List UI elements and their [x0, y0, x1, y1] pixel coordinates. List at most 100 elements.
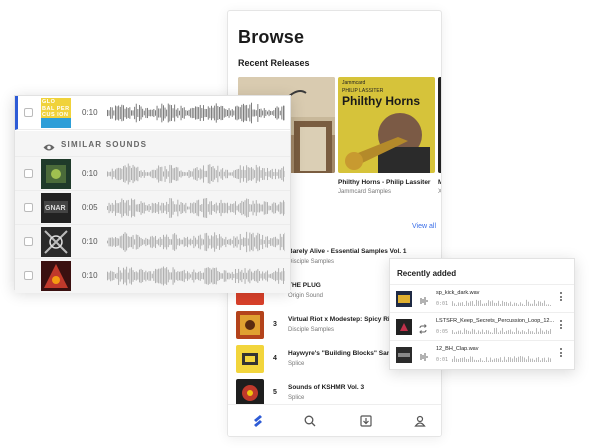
pack-title: Barely Alive - Essential Samples Vol. 1: [288, 248, 407, 255]
waveform-bar: [522, 356, 523, 362]
waveform-bar: [156, 269, 158, 283]
splice-logo-icon[interactable]: [250, 413, 266, 429]
waveform-bar: [153, 108, 155, 118]
waveform-bar: [235, 106, 236, 120]
sample-row[interactable]: 0:10: [15, 157, 290, 191]
waveform-bar: [195, 237, 196, 247]
waveform-bar: [252, 232, 254, 252]
select-checkbox[interactable]: [24, 169, 33, 178]
waveform-bar: [131, 267, 132, 285]
waveform-bar: [281, 271, 283, 281]
recent-item[interactable]: sp_kick_dark.wav 0:01: [390, 284, 574, 312]
waveform-bar: [534, 299, 535, 306]
waveform-bar: [220, 169, 222, 179]
waveform-bar: [132, 270, 134, 282]
waveform-bar: [163, 234, 164, 250]
sample-row[interactable]: 0:10: [15, 225, 290, 259]
waveform-bar: [538, 331, 539, 334]
waveform-bar: [460, 330, 461, 334]
profile-icon[interactable]: [412, 413, 428, 429]
recent-item[interactable]: 12_BH_Clap.wav 0:01: [390, 340, 574, 368]
waveform[interactable]: [107, 197, 285, 219]
waveform[interactable]: [107, 163, 285, 185]
waveform-bar: [482, 303, 483, 306]
waveform-bar: [132, 200, 134, 216]
waveform-bar: [262, 110, 264, 116]
waveform-bar: [123, 233, 124, 251]
waveform-bar: [183, 237, 185, 247]
view-all-link[interactable]: View all: [412, 223, 436, 230]
waveform-bar: [108, 110, 110, 116]
waveform-bar: [174, 233, 176, 251]
waveform-bar: [126, 167, 128, 181]
waveform[interactable]: [107, 265, 285, 287]
pack-row[interactable]: 5 Sounds of KSHMR Vol. 3 Splice: [236, 379, 441, 407]
more-options-icon[interactable]: [560, 320, 564, 331]
select-checkbox[interactable]: [24, 271, 33, 280]
waveform-bar: [151, 202, 153, 214]
waveform-bar: [180, 202, 182, 214]
waveform-bar: [190, 202, 192, 214]
waveform-bar: [244, 170, 246, 178]
waveform-bar: [193, 168, 195, 180]
waveform-bar: [271, 273, 273, 279]
waveform-bar: [179, 238, 180, 246]
waveform-bar: [150, 271, 152, 281]
download-icon[interactable]: [358, 413, 374, 429]
waveform[interactable]: [107, 231, 285, 253]
release-card-partial[interactable]: M X: [438, 77, 441, 195]
select-checkbox[interactable]: [24, 237, 33, 246]
waveform-bar: [212, 205, 214, 211]
waveform-bar: [172, 201, 174, 215]
search-icon[interactable]: [302, 413, 318, 429]
waveform-bar: [478, 300, 479, 306]
waveform-bar: [180, 239, 182, 245]
waveform-bar: [126, 107, 128, 119]
waveform-bar: [249, 268, 251, 284]
waveform-bar: [496, 327, 497, 334]
waveform-bar: [259, 203, 260, 213]
select-checkbox[interactable]: [24, 108, 33, 117]
waveform-bar: [131, 110, 132, 116]
waveform-bar: [156, 204, 158, 212]
waveform-bar: [111, 168, 113, 180]
waveform-bar: [175, 166, 177, 182]
sample-row[interactable]: GNAR 0:05: [15, 191, 290, 225]
waveform-bar: [164, 205, 166, 211]
waveform[interactable]: [107, 102, 285, 124]
waveform-bar: [235, 237, 236, 247]
mini-waveform: [452, 355, 551, 362]
waveform-bar: [265, 109, 267, 117]
waveform-bar: [175, 234, 177, 250]
waveform-bar: [201, 272, 203, 280]
release-card-philthy-horns[interactable]: Jammcard PHILIP LASSITER Philthy Horns P…: [338, 77, 435, 195]
waveform-bar: [452, 358, 453, 362]
waveform-bar: [536, 357, 537, 362]
waveform-bar: [273, 172, 275, 176]
sample-row-selected[interactable]: GLO BAL PER CUS ION 0:10: [15, 96, 290, 130]
waveform-bar: [255, 270, 257, 282]
waveform-bar: [263, 273, 265, 279]
more-options-icon[interactable]: [560, 348, 564, 359]
waveform-bar: [454, 356, 455, 362]
waveform-bar: [195, 202, 196, 214]
sample-row[interactable]: 0:10: [15, 259, 290, 293]
pack-sub: Splice: [288, 395, 305, 401]
waveform-bar: [238, 268, 240, 284]
waveform-bar: [262, 204, 264, 212]
waveform-bar: [198, 199, 200, 217]
waveform-bar: [119, 236, 121, 248]
more-options-icon[interactable]: [560, 292, 564, 303]
waveform-bar: [126, 266, 128, 286]
waveform-bar: [121, 104, 123, 122]
waveform-bar: [246, 231, 248, 253]
waveform-bar: [143, 110, 145, 116]
recent-item[interactable]: LSTSFR_Keep_Secrets_Percussion_Loop_12..…: [390, 312, 574, 340]
waveform-bar: [116, 203, 118, 213]
pack-sub: Origin Sound: [288, 293, 324, 299]
waveform-bar: [147, 107, 148, 119]
select-checkbox[interactable]: [24, 203, 33, 212]
waveform-bar: [169, 272, 171, 280]
waveform-bar: [172, 267, 174, 285]
waveform-bar: [502, 360, 503, 362]
